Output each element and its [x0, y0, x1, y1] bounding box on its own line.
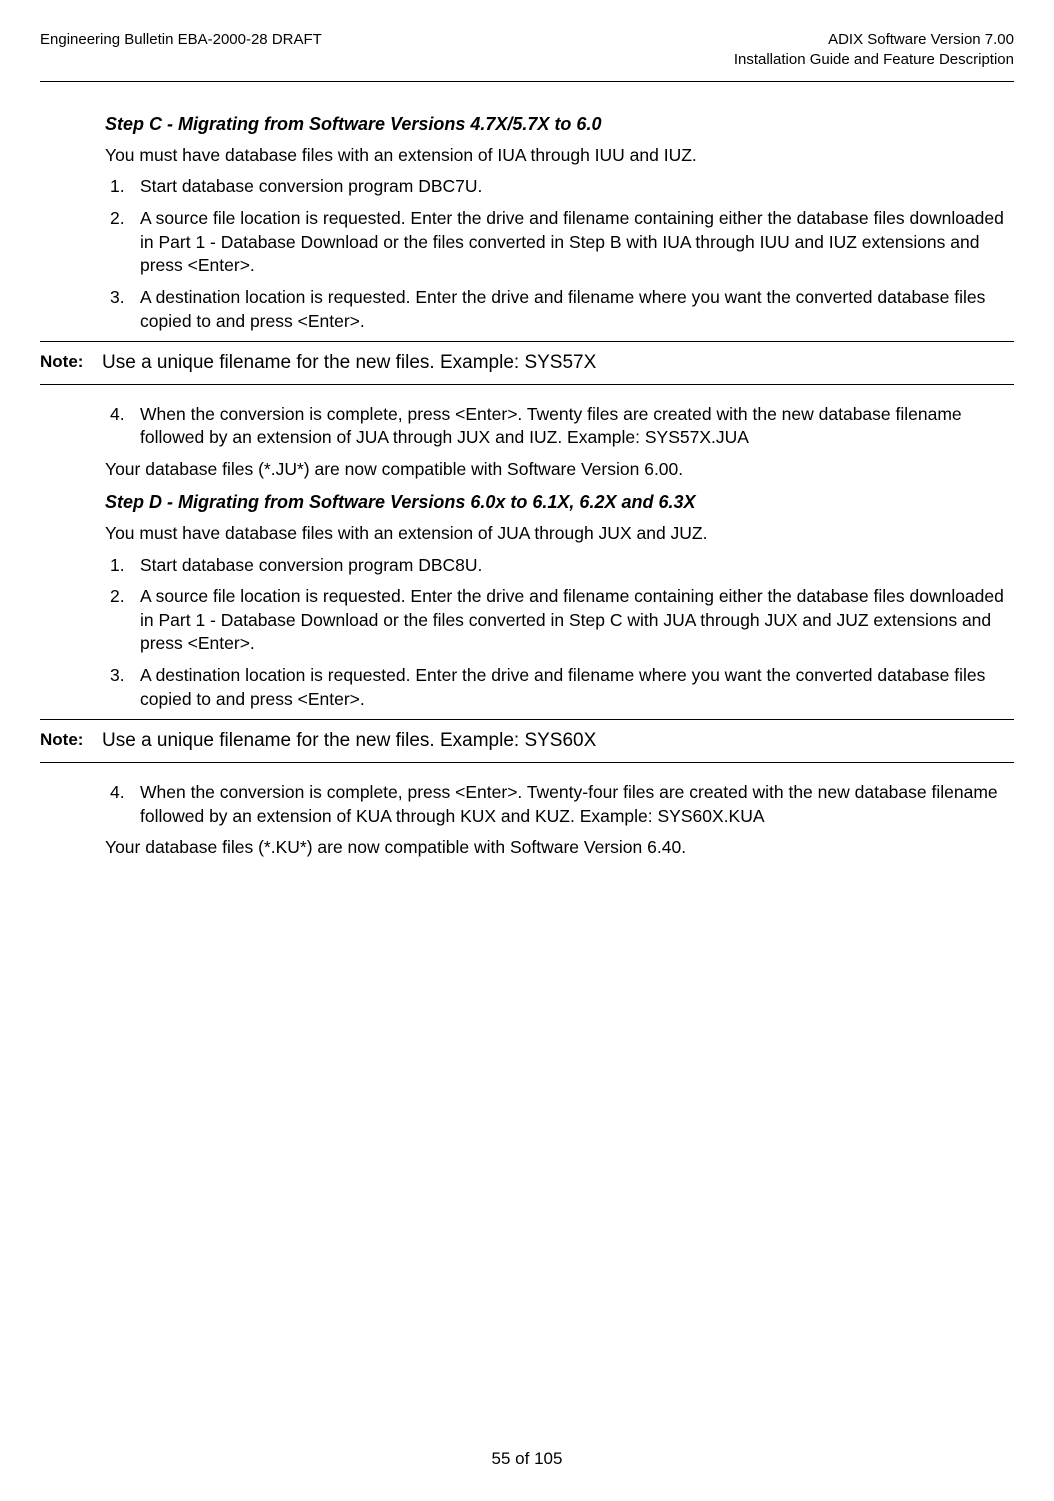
step-d-note: Note: Use a unique filename for the new … [40, 719, 1014, 763]
list-number: 3. [105, 286, 140, 333]
note-text: Use a unique filename for the new files.… [102, 350, 1014, 376]
content-area: Step C - Migrating from Software Version… [40, 112, 1014, 860]
list-number: 4. [105, 781, 140, 828]
list-number: 2. [105, 207, 140, 278]
step-c-note: Note: Use a unique filename for the new … [40, 341, 1014, 385]
list-item: 4.When the conversion is complete, press… [105, 781, 1009, 828]
list-text: A source file location is requested. Ent… [140, 585, 1009, 656]
header-right: ADIX Software Version 7.00 Installation … [734, 30, 1014, 71]
list-item: 3.A destination location is requested. E… [105, 664, 1009, 711]
list-number: 4. [105, 403, 140, 450]
list-text: Start database conversion program DBC7U. [140, 175, 1009, 199]
header-divider [40, 81, 1014, 82]
list-number: 1. [105, 554, 140, 578]
note-text: Use a unique filename for the new files.… [102, 728, 1014, 754]
list-text: When the conversion is complete, press <… [140, 781, 1009, 828]
list-number: 2. [105, 585, 140, 656]
list-item: 2.A source file location is requested. E… [105, 207, 1009, 278]
list-item: 2.A source file location is requested. E… [105, 585, 1009, 656]
list-item: 3.A destination location is requested. E… [105, 286, 1009, 333]
step-d-outro: Your database files (*.KU*) are now comp… [105, 836, 1009, 860]
list-text: Start database conversion program DBC8U. [140, 554, 1009, 578]
step-c-outro: Your database files (*.JU*) are now comp… [105, 458, 1009, 482]
header-left: Engineering Bulletin EBA-2000-28 DRAFT [40, 30, 322, 50]
page-footer: 55 of 105 [0, 1448, 1054, 1471]
list-item: 1.Start database conversion program DBC7… [105, 175, 1009, 199]
step-d-intro: You must have database files with an ext… [105, 522, 1009, 546]
list-item: 1.Start database conversion program DBC8… [105, 554, 1009, 578]
note-label: Note: [40, 728, 102, 754]
step-d-heading: Step D - Migrating from Software Version… [105, 490, 1009, 514]
header-right-line1: ADIX Software Version 7.00 [734, 30, 1014, 50]
step-c-list-1: 1.Start database conversion program DBC7… [105, 175, 1009, 333]
list-text: A source file location is requested. Ent… [140, 207, 1009, 278]
list-item: 4.When the conversion is complete, press… [105, 403, 1009, 450]
step-c-list-2: 4.When the conversion is complete, press… [105, 403, 1009, 450]
list-text: A destination location is requested. Ent… [140, 664, 1009, 711]
header-right-line2: Installation Guide and Feature Descripti… [734, 50, 1014, 70]
list-text: When the conversion is complete, press <… [140, 403, 1009, 450]
step-d-list-1: 1.Start database conversion program DBC8… [105, 554, 1009, 712]
step-c-intro: You must have database files with an ext… [105, 144, 1009, 168]
step-d-list-2: 4.When the conversion is complete, press… [105, 781, 1009, 828]
list-number: 1. [105, 175, 140, 199]
list-text: A destination location is requested. Ent… [140, 286, 1009, 333]
list-number: 3. [105, 664, 140, 711]
note-label: Note: [40, 350, 102, 376]
page-header: Engineering Bulletin EBA-2000-28 DRAFT A… [40, 30, 1014, 71]
step-c-heading: Step C - Migrating from Software Version… [105, 112, 1009, 136]
